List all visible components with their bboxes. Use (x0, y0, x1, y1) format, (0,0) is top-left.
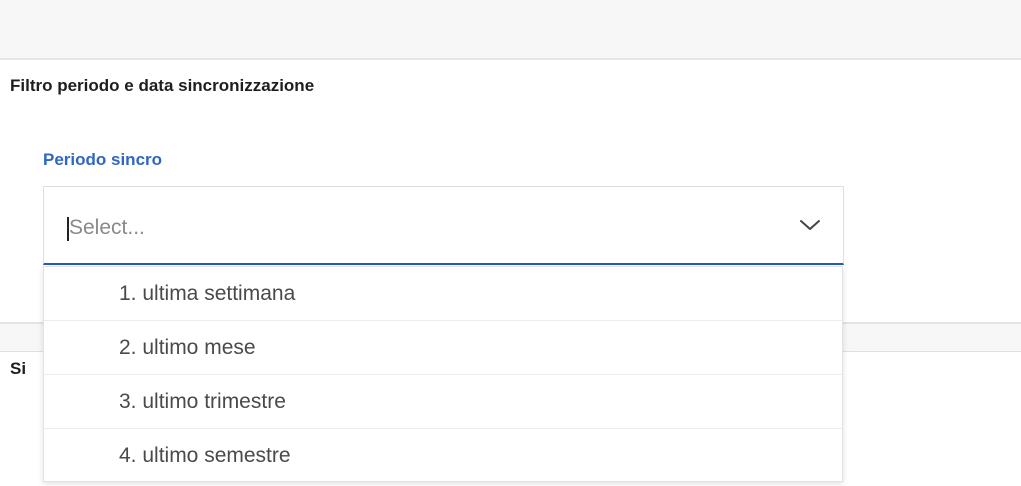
dropdown-option-ultimo-semestre[interactable]: 4. ultimo semestre (44, 429, 842, 483)
periodo-sincro-label: Periodo sincro (43, 150, 163, 169)
select-placeholder: Select... (69, 216, 145, 239)
dropdown-option-ultima-settimana[interactable]: 1. ultima settimana (44, 267, 842, 321)
dropdown-option-ultimo-trimestre[interactable]: 3. ultimo trimestre (44, 375, 842, 429)
header-band (0, 0, 1021, 60)
section-title: Filtro periodo e data sincronizzazione (10, 76, 315, 95)
lower-section-title: Si (10, 359, 27, 378)
chevron-down-icon[interactable] (799, 217, 821, 233)
page: Filtro periodo e data sincronizzazione P… (0, 0, 1021, 486)
periodo-sincro-select[interactable]: Select... (43, 186, 844, 265)
select-dropdown-menu: 1. ultima settimana 2. ultimo mese 3. ul… (43, 266, 843, 482)
dropdown-option-ultimo-mese[interactable]: 2. ultimo mese (44, 321, 842, 375)
